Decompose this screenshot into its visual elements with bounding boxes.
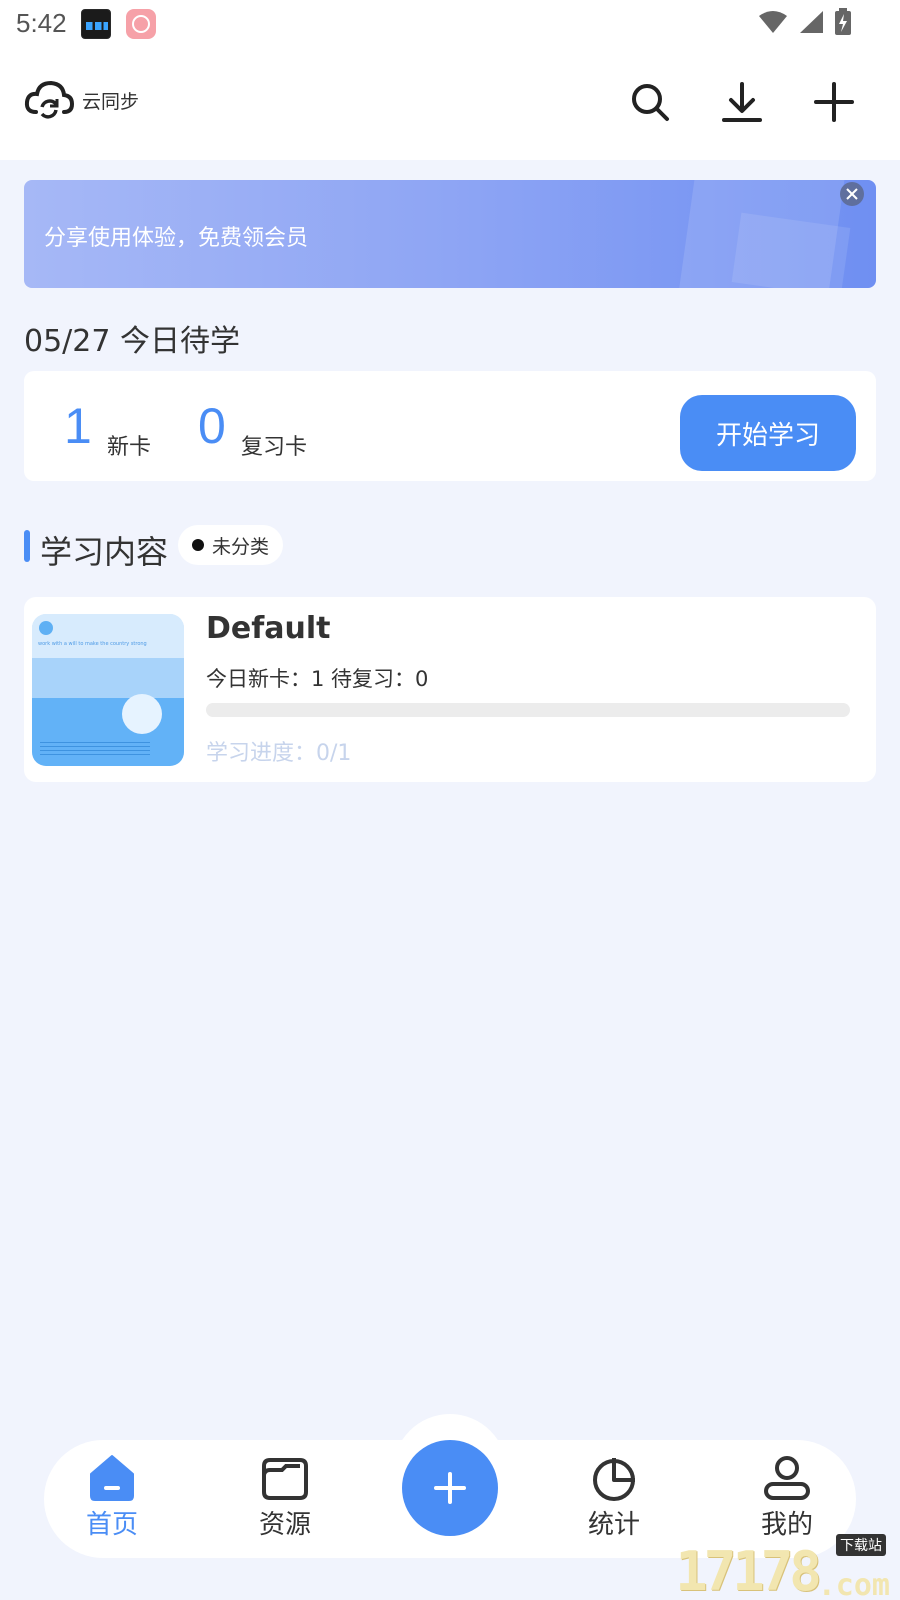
nav-stats[interactable]: 统计 — [564, 1454, 664, 1541]
deck-progress-text: 学习进度：0/1 — [206, 741, 352, 766]
watermark-suffix: .com — [817, 1568, 890, 1600]
system-icons — [758, 8, 852, 36]
fab-add-button[interactable] — [402, 1440, 498, 1536]
clock-widget-notification-icon — [81, 9, 111, 39]
nav-mine[interactable]: 我的 — [737, 1454, 837, 1541]
review-card-label: 复习卡 — [241, 435, 308, 460]
nav-mine-label: 我的 — [760, 1510, 813, 1540]
banner-text: 分享使用体验，免费领会员 — [44, 226, 309, 251]
deck-thumbnail: work with a will to make the country str… — [32, 614, 184, 766]
today-title: 05/27 今日待学 — [24, 324, 240, 359]
nav-home-label: 首页 — [85, 1510, 138, 1540]
thumbnail-caption: work with a will to make the country str… — [38, 641, 147, 647]
close-icon — [846, 188, 858, 200]
watermark-number: 17178 — [675, 1540, 822, 1600]
promo-banner[interactable]: 分享使用体验，免费领会员 — [24, 180, 876, 288]
new-card-label: 新卡 — [107, 435, 152, 460]
cloud-sync-icon — [24, 80, 74, 119]
deck-card[interactable]: work with a will to make the country str… — [24, 597, 876, 782]
search-icon — [632, 84, 669, 121]
signal-icon — [800, 11, 823, 33]
user-icon — [764, 1456, 810, 1500]
deck-name: Default — [206, 611, 331, 646]
section-title: 学习内容 — [40, 533, 169, 571]
nav-resources[interactable]: 资源 — [235, 1454, 335, 1541]
watermark-logo: 17178 .com 下载站 — [675, 1534, 890, 1600]
deck-stats: 今日新卡：1 待复习：0 — [206, 667, 429, 691]
pie-chart-icon — [593, 1458, 635, 1501]
thumb-logo-icon — [39, 621, 53, 635]
category-filter-chip[interactable]: 未分类 — [178, 525, 284, 565]
thumb-circle-icon — [122, 694, 162, 734]
nav-stats-label: 统计 — [587, 1510, 640, 1540]
nav-home[interactable]: 首页 — [62, 1454, 162, 1541]
status-time: 5:42 — [16, 8, 67, 38]
start-study-button[interactable]: 开始学习 — [680, 395, 856, 471]
folder-icon — [262, 1458, 308, 1500]
plus-icon — [814, 82, 854, 122]
section-accent-bar — [24, 530, 30, 562]
app-notification-icon — [126, 9, 156, 39]
battery-charging-icon — [835, 8, 851, 35]
status-bar: 5:42 — [0, 0, 900, 50]
today-card: 1 新卡 0 复习卡 开始学习 — [24, 371, 876, 481]
review-card-count: 0 — [198, 398, 226, 454]
plus-icon — [434, 1472, 466, 1504]
wifi-icon — [759, 11, 787, 33]
search-button[interactable] — [628, 80, 672, 124]
watermark-tag: 下载站 — [836, 1534, 886, 1556]
cloud-sync-button[interactable]: 云同步 — [24, 80, 139, 120]
home-icon — [90, 1455, 134, 1501]
app-header: 云同步 — [0, 50, 900, 160]
download-button[interactable] — [720, 80, 764, 124]
deck-progress-bar — [206, 703, 850, 717]
nav-resources-label: 资源 — [258, 1510, 311, 1540]
banner-close-button[interactable] — [840, 182, 864, 206]
cloud-sync-label: 云同步 — [82, 90, 140, 113]
new-card-count: 1 — [64, 398, 92, 454]
add-button[interactable] — [812, 80, 856, 124]
download-icon — [722, 82, 762, 122]
category-dot-icon — [192, 539, 204, 551]
category-label: 未分类 — [212, 535, 270, 558]
